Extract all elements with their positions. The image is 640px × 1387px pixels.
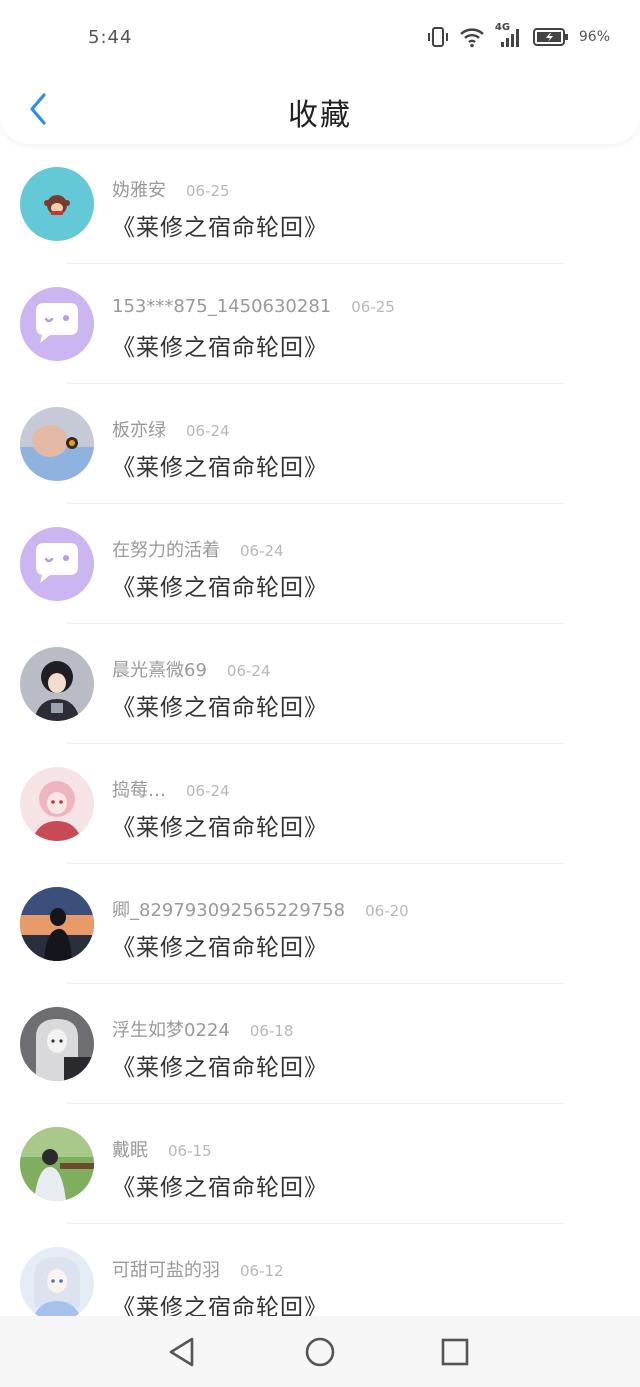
header: 5:44 4G 96% 收藏 xyxy=(0,0,640,144)
item-title: 《莱修之宿命轮回》 xyxy=(112,335,328,361)
item-date: 06-24 xyxy=(186,422,230,440)
chat-bubble-avatar-icon xyxy=(20,527,94,601)
favorites-screen: 5:44 4G 96% 收藏 妫雅安 06-25 《莱修之宿命轮回》 153**… xyxy=(0,0,640,1387)
meta-line: 在努力的活着 06-24 xyxy=(112,536,284,562)
triangle-back-icon xyxy=(169,1337,194,1367)
sunset-avatar-icon xyxy=(20,887,94,961)
user-name: 可甜可盐的羽 xyxy=(112,1260,220,1281)
item-title: 《莱修之宿命轮回》 xyxy=(112,935,328,961)
chat-bubble-avatar-icon xyxy=(20,287,94,361)
user-name: 捣莓… xyxy=(112,780,166,801)
meta-line: 捣莓… 06-24 xyxy=(112,776,230,802)
user-name: 153***875_1450630281 xyxy=(112,296,332,317)
item-title: 《莱修之宿命轮回》 xyxy=(112,1295,328,1316)
user-name: 板亦绿 xyxy=(112,420,166,441)
avatar[interactable] xyxy=(20,527,94,601)
item-date: 06-25 xyxy=(351,298,395,316)
square-recents-icon xyxy=(441,1338,469,1366)
item-date: 06-24 xyxy=(226,662,271,680)
item-date: 06-25 xyxy=(186,182,230,200)
wifi-icon xyxy=(460,28,484,48)
avatar[interactable] xyxy=(20,1247,94,1316)
avatar[interactable] xyxy=(20,887,94,961)
meta-line: 浮生如梦0224 06-18 xyxy=(112,1016,293,1042)
meta-line: 妫雅安 06-25 xyxy=(112,176,230,202)
vibrate-icon xyxy=(427,27,448,47)
meta-line: 戴眠 06-15 xyxy=(112,1136,212,1162)
list-item[interactable]: 板亦绿 06-24 《莱修之宿命轮回》 xyxy=(0,384,640,504)
item-title: 《莱修之宿命轮回》 xyxy=(112,1055,328,1081)
item-title: 《莱修之宿命轮回》 xyxy=(112,455,328,481)
avatar[interactable] xyxy=(20,767,94,841)
list-item[interactable]: 戴眠 06-15 《莱修之宿命轮回》 xyxy=(0,1104,640,1224)
favorites-list[interactable]: 妫雅安 06-25 《莱修之宿命轮回》 153***875_1450630281… xyxy=(0,144,640,1316)
battery-icon xyxy=(532,28,568,46)
battery-level: 96% xyxy=(578,29,610,45)
user-name: 晨光熹微69 xyxy=(112,660,207,681)
list-item[interactable]: 可甜可盐的羽 06-12 《莱修之宿命轮回》 xyxy=(0,1224,640,1316)
item-title: 《莱修之宿命轮回》 xyxy=(112,695,328,721)
anime-avatar-icon xyxy=(20,647,94,721)
meta-line: 晨光熹微69 06-24 xyxy=(112,656,271,682)
avatar[interactable] xyxy=(20,407,94,481)
list-item[interactable]: 晨光熹微69 06-24 《莱修之宿命轮回》 xyxy=(0,624,640,744)
user-name: 卿_829793092565229758 xyxy=(112,900,346,921)
item-date: 06-12 xyxy=(240,1262,284,1280)
outdoor-avatar-icon xyxy=(20,1127,94,1201)
item-date: 06-20 xyxy=(365,902,409,920)
item-title: 《莱修之宿命轮回》 xyxy=(112,215,328,241)
item-date: 06-15 xyxy=(168,1142,212,1160)
item-date: 06-18 xyxy=(249,1022,294,1040)
avatar[interactable] xyxy=(20,1007,94,1081)
list-item[interactable]: 妫雅安 06-25 《莱修之宿命轮回》 xyxy=(0,144,640,264)
meta-line: 卿_829793092565229758 06-20 xyxy=(112,896,409,922)
avatar[interactable] xyxy=(20,647,94,721)
anime-grey-avatar-icon xyxy=(20,1007,94,1081)
user-name: 妫雅安 xyxy=(112,180,166,201)
avatar[interactable] xyxy=(20,167,94,241)
photo-avatar-icon xyxy=(20,407,94,481)
nav-bar: 收藏 xyxy=(0,76,640,142)
user-name: 浮生如梦0224 xyxy=(112,1020,230,1041)
meta-line: 板亦绿 06-24 xyxy=(112,416,230,442)
list-item[interactable]: 在努力的活着 06-24 《莱修之宿命轮回》 xyxy=(0,504,640,624)
system-navigation-bar xyxy=(0,1316,640,1387)
monkey-avatar-icon xyxy=(20,167,94,241)
item-date: 06-24 xyxy=(186,782,230,800)
anime-pink-avatar-icon xyxy=(20,767,94,841)
system-recents-button[interactable] xyxy=(437,1334,473,1370)
status-time: 5:44 xyxy=(88,27,133,48)
system-back-button[interactable] xyxy=(164,1334,200,1370)
item-title: 《莱修之宿命轮回》 xyxy=(112,815,328,841)
circle-home-icon xyxy=(305,1337,335,1367)
anime-blue-avatar-icon xyxy=(20,1247,94,1316)
list-item[interactable]: 浮生如梦0224 06-18 《莱修之宿命轮回》 xyxy=(0,984,640,1104)
avatar[interactable] xyxy=(20,287,94,361)
user-name: 在努力的活着 xyxy=(112,540,220,561)
avatar[interactable] xyxy=(20,1127,94,1201)
user-name: 戴眠 xyxy=(112,1140,148,1161)
page-title: 收藏 xyxy=(288,98,352,133)
list-item[interactable]: 卿_829793092565229758 06-20 《莱修之宿命轮回》 xyxy=(0,864,640,984)
list-item[interactable]: 捣莓… 06-24 《莱修之宿命轮回》 xyxy=(0,744,640,864)
cellular-signal-icon: 4G xyxy=(495,22,523,48)
item-title: 《莱修之宿命轮回》 xyxy=(112,575,328,601)
item-title: 《莱修之宿命轮回》 xyxy=(112,1175,328,1201)
list-item[interactable]: 153***875_1450630281 06-25 《莱修之宿命轮回》 xyxy=(0,264,640,384)
meta-line: 153***875_1450630281 06-25 xyxy=(112,296,395,317)
system-home-button[interactable] xyxy=(302,1334,338,1370)
item-date: 06-24 xyxy=(240,542,284,560)
meta-line: 可甜可盐的羽 06-12 xyxy=(112,1256,284,1282)
status-bar: 5:44 4G 96% xyxy=(0,0,640,76)
status-icons: 4G 96% xyxy=(427,22,610,50)
